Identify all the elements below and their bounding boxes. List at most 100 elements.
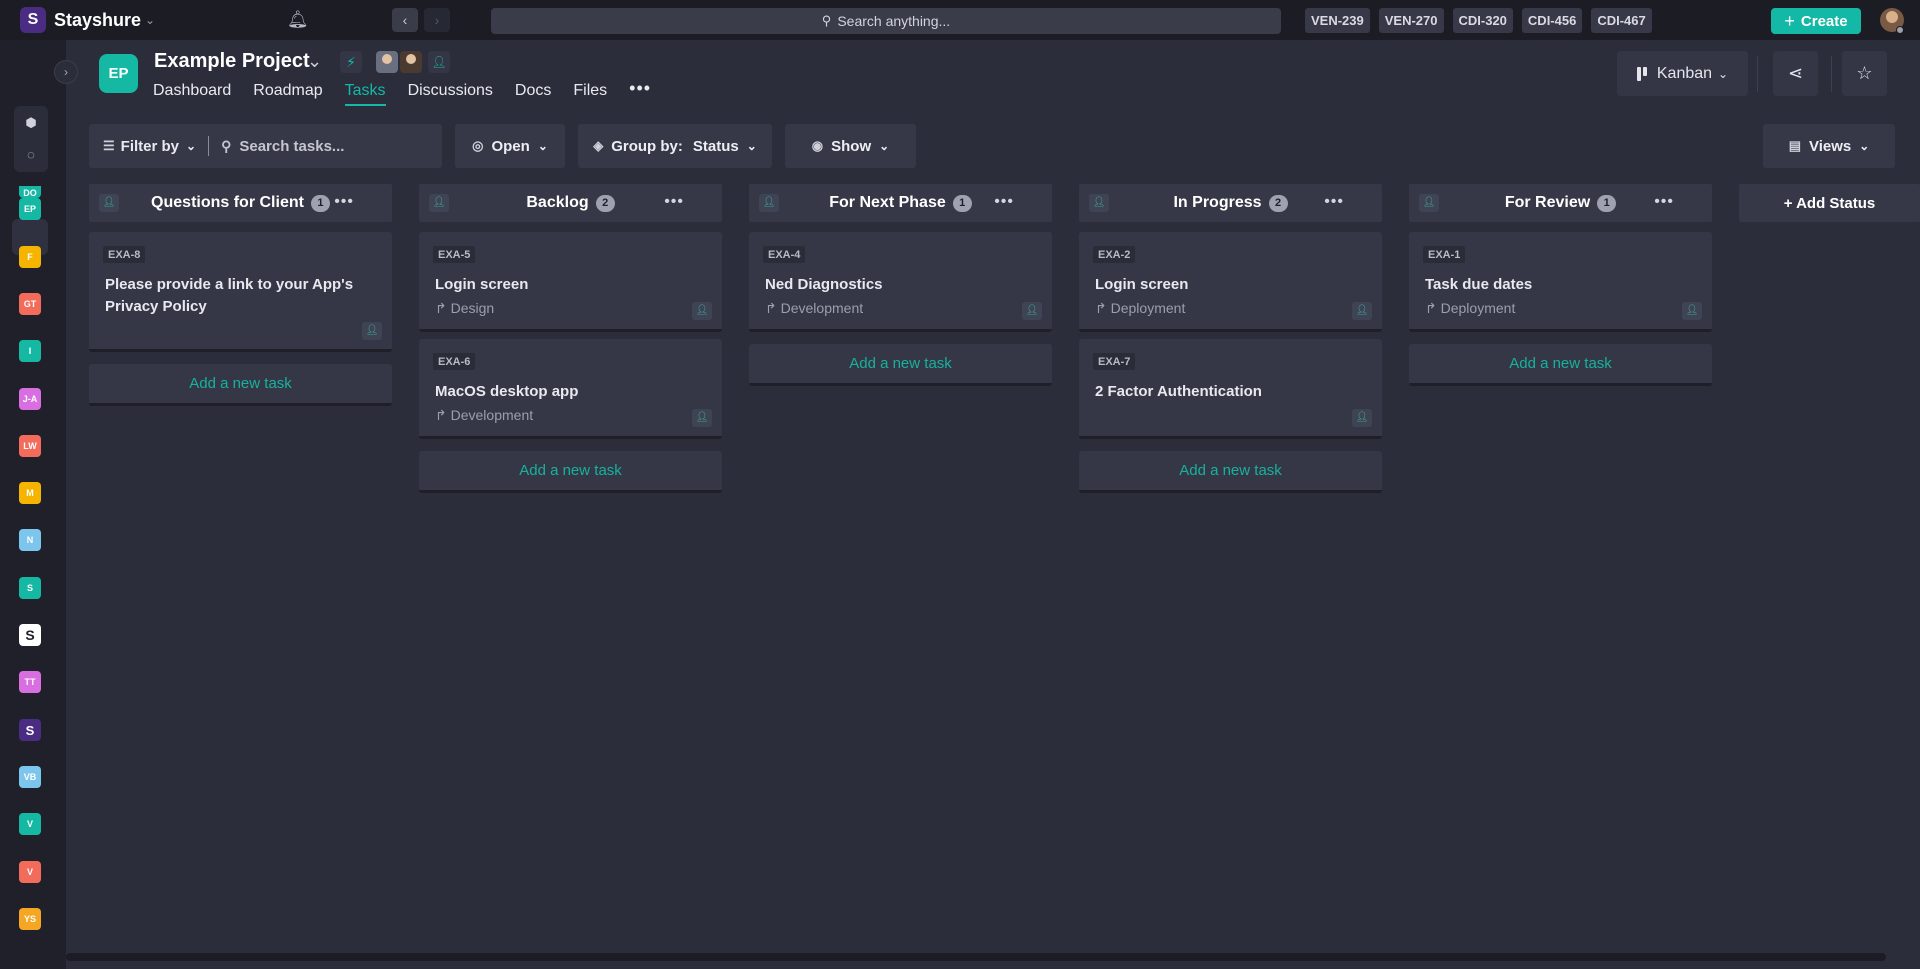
task-category: ↱ Design: [435, 300, 494, 317]
column-title: In Progress: [1173, 194, 1262, 211]
notifications-bell-icon[interactable]: 🔔︎: [287, 10, 309, 30]
task-card[interactable]: EXA-2 Login screen ↱ Deployment 👤︎: [1079, 232, 1382, 332]
chevron-down-icon: ⌄: [145, 13, 156, 27]
project-shortcut[interactable]: V: [19, 813, 41, 835]
tab-dashboard[interactable]: Dashboard: [153, 82, 231, 106]
column-menu-icon[interactable]: •••: [664, 193, 684, 211]
assign-user-icon[interactable]: 👤︎: [692, 409, 712, 427]
project-shortcut[interactable]: EP: [19, 198, 41, 220]
column-title: Questions for Client: [151, 194, 304, 211]
project-shortcut[interactable]: S: [19, 719, 41, 741]
project-title[interactable]: Example Project: [154, 50, 310, 73]
add-member-icon[interactable]: 👤︎: [428, 51, 450, 73]
view-switcher-button[interactable]: Kanban ⌄: [1617, 51, 1748, 96]
expand-sidebar-button[interactable]: ›: [54, 60, 78, 84]
recent-ticket[interactable]: CDI-467: [1591, 8, 1652, 33]
project-shortcut[interactable]: TT: [19, 671, 41, 693]
column-menu-icon[interactable]: •••: [1654, 193, 1674, 211]
board-horizontal-scrollbar[interactable]: [66, 953, 1886, 961]
chevron-down-icon[interactable]: ⌄: [307, 51, 322, 72]
column-header: 👤︎ In Progress 2 •••: [1079, 184, 1382, 222]
add-status-button[interactable]: + Add Status: [1739, 184, 1920, 222]
views-dropdown[interactable]: ▤ Views ⌄: [1763, 124, 1895, 168]
tab-tasks[interactable]: Tasks: [344, 82, 386, 106]
tab-discussions[interactable]: Discussions: [408, 82, 493, 106]
recent-ticket[interactable]: CDI-456: [1521, 8, 1583, 33]
project-shortcut[interactable]: M: [19, 482, 41, 504]
recent-ticket[interactable]: CDI-320: [1452, 8, 1513, 33]
recent-ticket[interactable]: VEN-239: [1305, 8, 1370, 33]
project-shortcut[interactable]: LW: [19, 435, 41, 457]
task-title: Task due dates: [1425, 276, 1533, 293]
task-card[interactable]: EXA-4 Ned Diagnostics ↱ Development 👤︎: [749, 232, 1052, 332]
task-search-placeholder: Search tasks...: [239, 137, 345, 155]
column-menu-icon[interactable]: •••: [994, 193, 1014, 211]
forward-button[interactable]: ›: [424, 8, 450, 32]
project-shortcut[interactable]: N: [19, 529, 41, 551]
task-card[interactable]: EXA-6 MacOS desktop app ↱ Development 👤︎: [419, 339, 722, 439]
task-title: MacOS desktop app: [435, 383, 579, 400]
task-card[interactable]: EXA-8 Please provide a link to your App's…: [89, 232, 392, 352]
task-id: EXA-4: [763, 246, 806, 263]
chevron-left-icon: ‹: [402, 12, 408, 28]
global-search-input[interactable]: ⚲ Search anything...: [491, 8, 1281, 34]
project-shortcut[interactable]: I: [19, 340, 41, 362]
assign-user-icon[interactable]: 👤︎: [1682, 302, 1702, 320]
task-search-input[interactable]: ⚲ Search tasks...: [221, 138, 344, 155]
task-card[interactable]: EXA-5 Login screen ↱ Design 👤︎: [419, 232, 722, 332]
workspace-switcher[interactable]: S Stayshure ⌄: [20, 7, 155, 33]
automation-bolt-icon[interactable]: ⚡︎: [340, 51, 362, 73]
tab-docs[interactable]: Docs: [515, 82, 551, 106]
add-task-button[interactable]: Add a new task: [1079, 451, 1382, 493]
back-button[interactable]: ‹: [392, 8, 418, 32]
assign-user-icon[interactable]: 👤︎: [1352, 302, 1372, 320]
add-task-button[interactable]: Add a new task: [1409, 344, 1712, 386]
assign-user-icon[interactable]: 👤︎: [362, 322, 382, 340]
task-category-label: Deployment: [1440, 300, 1516, 316]
subtask-arrow-icon: ↱: [765, 300, 781, 316]
chevron-right-icon: ›: [434, 12, 440, 28]
tab-files[interactable]: Files: [573, 82, 607, 106]
create-button[interactable]: + Create: [1771, 8, 1861, 34]
show-dropdown[interactable]: ◉ Show ⌄: [785, 124, 916, 168]
project-shortcut[interactable]: YS: [19, 908, 41, 930]
chat-icon[interactable]: ◌: [23, 147, 39, 163]
chevron-right-icon: ›: [64, 65, 68, 79]
star-icon: ☆: [1856, 63, 1873, 83]
assign-user-icon[interactable]: 👤︎: [1022, 302, 1042, 320]
column-header: 👤︎ Backlog 2 •••: [419, 184, 722, 222]
assign-user-icon[interactable]: 👤︎: [1352, 409, 1372, 427]
project-shortcut[interactable]: F: [19, 246, 41, 268]
share-button[interactable]: ⋖: [1773, 51, 1818, 96]
column-title: For Next Phase: [829, 194, 946, 211]
project-shortcut[interactable]: DO: [19, 186, 41, 198]
project-shortcut[interactable]: S: [19, 577, 41, 599]
assign-user-icon[interactable]: 👤︎: [692, 302, 712, 320]
group-by-dropdown[interactable]: ◈ Group by: Status ⌄: [578, 124, 772, 168]
project-shortcut[interactable]: VB: [19, 766, 41, 788]
cube-icon[interactable]: ⬢: [23, 115, 39, 131]
project-shortcut[interactable]: V: [19, 861, 41, 883]
kanban-icon: [1636, 66, 1651, 81]
member-avatar[interactable]: [400, 51, 422, 73]
project-shortcut[interactable]: S: [19, 624, 41, 646]
recent-ticket[interactable]: VEN-270: [1378, 8, 1444, 33]
filter-by-button[interactable]: ☰ Filter by ⌄: [89, 138, 196, 155]
tab-roadmap[interactable]: Roadmap: [253, 82, 322, 106]
task-card[interactable]: EXA-7 2 Factor Authentication 👤︎: [1079, 339, 1382, 439]
project-shortcut[interactable]: J-A: [19, 388, 41, 410]
add-task-button[interactable]: Add a new task: [749, 344, 1052, 386]
column-menu-icon[interactable]: •••: [1324, 193, 1344, 211]
column-menu-icon[interactable]: •••: [334, 193, 354, 211]
project-shortcut[interactable]: GT: [19, 293, 41, 315]
recent-tickets: VEN-239 VEN-270 CDI-320 CDI-456 CDI-467: [1305, 8, 1652, 33]
add-task-button[interactable]: Add a new task: [89, 364, 392, 406]
views-icon: ▤: [1788, 138, 1801, 153]
more-tabs-icon[interactable]: •••: [629, 79, 651, 106]
favorite-button[interactable]: ☆: [1842, 51, 1887, 96]
add-task-button[interactable]: Add a new task: [419, 451, 722, 493]
column-header: 👤︎ Questions for Client 1 •••: [89, 184, 392, 222]
status-filter-dropdown[interactable]: ◎ Open ⌄: [455, 124, 565, 168]
task-card[interactable]: EXA-1 Task due dates ↱ Deployment 👤︎: [1409, 232, 1712, 332]
member-avatar[interactable]: [376, 51, 398, 73]
